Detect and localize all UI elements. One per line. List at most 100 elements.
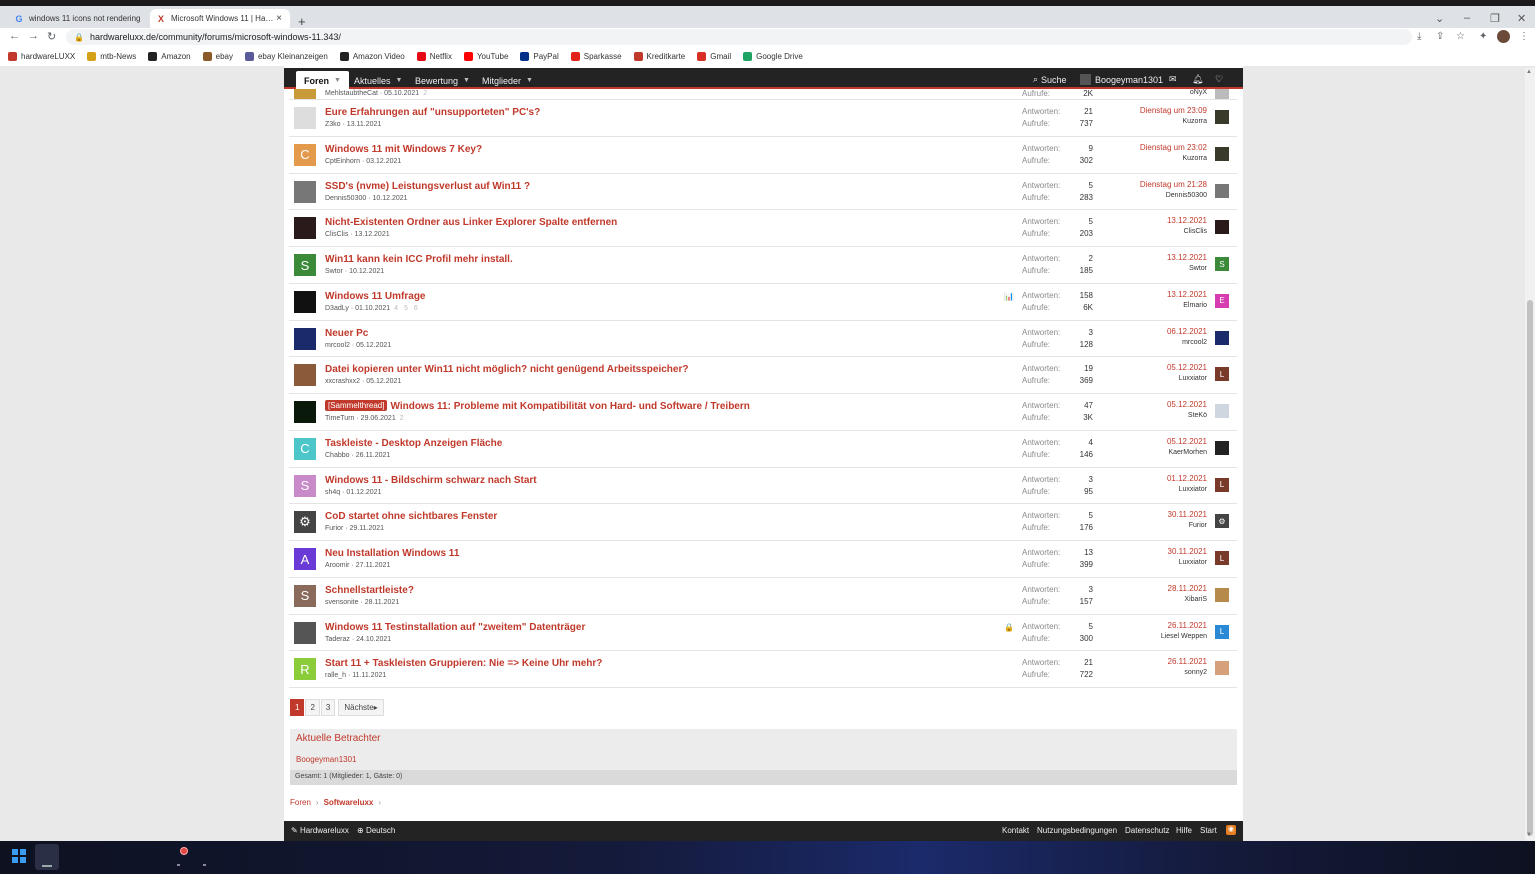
thread-row[interactable]: Windows 11 Testinstallation auf "zweitem… [289, 614, 1237, 652]
thread-prefix-badge[interactable]: [Sammelthread] [325, 400, 388, 411]
avatar[interactable] [1215, 440, 1229, 455]
avatar[interactable] [294, 89, 316, 99]
thread-page-links[interactable]: 4 5 6 [394, 305, 420, 312]
thread-page-links[interactable]: 2 [423, 90, 429, 97]
last-post-date[interactable]: 13.12.2021 [1167, 216, 1207, 225]
avatar[interactable] [1215, 330, 1229, 345]
last-post-date[interactable]: Dienstag um 21:28 [1140, 180, 1207, 189]
avatar[interactable] [1215, 220, 1229, 235]
last-post-date[interactable]: 05.12.2021 [1167, 437, 1207, 446]
thread-title-link[interactable]: Windows 11 Umfrage [325, 291, 426, 302]
close-window-button[interactable]: ✕ [1517, 12, 1526, 25]
thread-title-link[interactable]: Schnellstartleiste? [325, 585, 414, 596]
last-post-user[interactable]: XibariS [1184, 596, 1207, 603]
avatar[interactable]: S [1215, 257, 1229, 271]
thread-title-link[interactable]: Windows 11: Probleme mit Kompatibilität … [390, 401, 749, 412]
avatar[interactable] [1215, 587, 1229, 602]
thread-row[interactable]: S Schnellstartleiste? svensonite · 28.11.2… [289, 577, 1237, 615]
last-post-user[interactable]: Kuzorra [1182, 155, 1207, 162]
breadcrumb-softwareluxx[interactable]: Softwareluxx [324, 798, 374, 807]
thread-author[interactable]: Furior [325, 525, 343, 532]
last-post-user[interactable]: Dennis50300 [1166, 192, 1207, 199]
bookmark-item[interactable]: Sparkasse [570, 51, 622, 61]
breadcrumb-foren[interactable]: Foren [290, 798, 311, 807]
avatar[interactable]: L [1215, 551, 1229, 565]
thread-title-link[interactable]: Neuer Pc [325, 328, 368, 339]
back-arrow-icon[interactable]: ← [9, 30, 20, 42]
tab-hardwareluxx[interactable]: X Microsoft Windows 11 | Hardwareluxx × [150, 9, 290, 28]
bookmark-item[interactable]: hardwareLUXX [8, 51, 75, 61]
avatar[interactable]: S [294, 584, 316, 607]
footer-language[interactable]: ⊕ Deutsch [357, 826, 395, 835]
thread-row[interactable]: ⚙ CoD startet ohne sichtbares Fenster Furi… [289, 504, 1237, 541]
thread-author[interactable]: sh4q [325, 489, 340, 496]
last-post-date[interactable]: Dienstag um 23:02 [1140, 143, 1207, 152]
maximize-button[interactable]: ❐ [1490, 12, 1500, 25]
last-post-date[interactable]: 26.11.2021 [1168, 657, 1207, 666]
bookmark-item[interactable]: YouTube [463, 51, 508, 61]
thread-author[interactable]: ClisClis [325, 231, 348, 238]
thread-row[interactable]: Datei kopieren unter Win11 nicht möglich… [289, 357, 1237, 394]
last-post-user[interactable]: Luxxiator [1179, 486, 1207, 493]
thread-row[interactable]: C Taskleiste - Desktop Anzeigen Fläche Cha… [289, 430, 1237, 468]
thread-title-link[interactable]: Windows 11 mit Windows 7 Key? [325, 144, 482, 155]
viewer-user-link[interactable]: Boogeyman1301 [296, 755, 357, 764]
thread-title-link[interactable]: SSD's (nvme) Leistungsverlust auf Win11 … [325, 181, 530, 192]
thread-row[interactable]: SSD's (nvme) Leistungsverlust auf Win11 … [289, 173, 1237, 211]
avatar[interactable] [294, 217, 316, 240]
avatar[interactable] [294, 107, 316, 129]
thread-row[interactable]: A Neu Installation Windows 11 Aroomir · 27… [289, 541, 1237, 578]
taskbar-app-chrome[interactable] [35, 844, 59, 870]
avatar[interactable] [294, 290, 316, 313]
thread-row[interactable]: Neuer Pc mrcool2 · 05.12.2021 Antworten: 3 0… [289, 320, 1237, 358]
avatar[interactable]: E [1215, 293, 1229, 308]
avatar[interactable]: S [294, 254, 316, 276]
thread-author[interactable]: MehlstaubtheCat [325, 90, 378, 97]
footer-datenschutz[interactable]: Datenschutz [1125, 826, 1169, 835]
thread-title-link[interactable]: Win11 kann kein ICC Profil mehr install. [325, 254, 513, 265]
scroll-up-icon[interactable]: ▲ [1526, 69, 1532, 75]
thread-title-link[interactable]: CoD startet ohne sichtbares Fenster [325, 511, 497, 522]
thread-title-link[interactable]: Eure Erfahrungen auf "unsupporteten" PC'… [325, 107, 540, 118]
page-link-2[interactable]: 2 [305, 699, 320, 716]
bookmark-item[interactable]: Kreditkarte [633, 51, 685, 61]
page-scrollbar[interactable]: ▲ ▼ [1525, 68, 1535, 841]
footer-hilfe[interactable]: Hilfe [1176, 826, 1192, 835]
thread-author[interactable]: TimeTurn [325, 415, 354, 422]
profile-avatar[interactable] [1497, 30, 1510, 43]
avatar[interactable] [1215, 110, 1229, 124]
last-post-date[interactable]: 06.12.2021 [1167, 327, 1207, 336]
thread-title-link[interactable]: Start 11 + Taskleisten Gruppieren: Nie =… [325, 658, 602, 669]
avatar[interactable]: L [1215, 624, 1229, 639]
address-bar[interactable]: 🔒 hardwareluxx.de/community/forums/micro… [66, 29, 1412, 45]
last-post-date[interactable]: 28.11.2021 [1168, 584, 1207, 593]
bulb-icon[interactable]: ♡ [1215, 72, 1223, 87]
last-post-user[interactable]: Kuzorra [1182, 118, 1207, 125]
last-post-user[interactable]: Luxxiator [1179, 375, 1207, 382]
thread-row[interactable]: C Windows 11 mit Windows 7 Key? CptEinhorn… [289, 136, 1237, 174]
last-post-user[interactable]: SteKö [1188, 412, 1207, 419]
thread-author[interactable]: svensonite [325, 599, 358, 606]
last-post-user[interactable]: ClisClis [1184, 228, 1207, 235]
thread-title-link[interactable]: Windows 11 - Bildschirm schwarz nach Sta… [325, 475, 537, 486]
thread-author[interactable]: D3adLy [325, 305, 349, 312]
avatar[interactable] [294, 364, 316, 387]
thread-title-link[interactable]: Neu Installation Windows 11 [325, 548, 459, 559]
bookmark-item[interactable]: ebay Kleinanzeigen [244, 51, 328, 61]
footer-kontakt[interactable]: Kontakt [1002, 826, 1029, 835]
scrollbar-thumb[interactable] [1527, 300, 1533, 836]
forward-arrow-icon[interactable]: → [28, 30, 39, 42]
bookmark-item[interactable]: mtb-News [87, 51, 136, 61]
avatar[interactable] [1215, 89, 1229, 99]
bookmark-item[interactable]: Amazon [148, 51, 191, 61]
bookmark-item[interactable]: Google Drive [743, 51, 803, 61]
install-icon[interactable]: ⤓ [1417, 31, 1421, 42]
avatar[interactable]: A [294, 548, 316, 570]
windows-start-icon[interactable] [12, 849, 26, 863]
last-post-date[interactable]: 05.12.2021 [1167, 400, 1207, 409]
last-post-date[interactable]: 01.12.2021 [1167, 474, 1207, 483]
avatar[interactable] [1215, 661, 1229, 676]
thread-title-link[interactable]: Nicht-Existenten Ordner aus Linker Explo… [325, 217, 617, 228]
close-tab-icon[interactable]: × [274, 13, 284, 24]
mail-icon[interactable]: ✉ [1169, 72, 1177, 87]
